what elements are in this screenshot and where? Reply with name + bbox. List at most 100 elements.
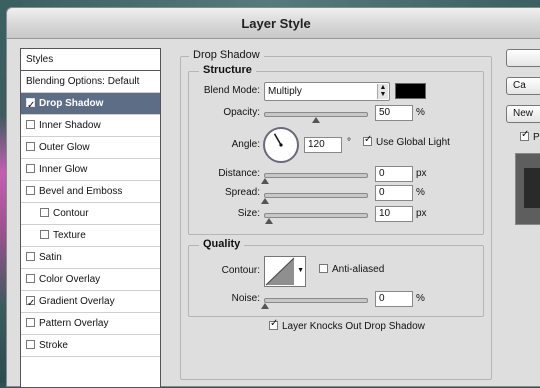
size-input[interactable]: 10 (375, 206, 413, 222)
distance-label: Distance: (218, 168, 260, 179)
style-item-pattern-overlay[interactable]: Pattern Overlay (21, 313, 160, 335)
size-label: Size: (237, 208, 260, 219)
noise-slider[interactable] (261, 298, 368, 309)
size-slider[interactable] (264, 213, 368, 224)
style-item-label: Outer Glow (39, 142, 90, 153)
angle-label: Angle: (231, 139, 260, 150)
preview-label: P (533, 132, 540, 143)
contour-linear-icon (265, 257, 295, 286)
preview-option[interactable]: P (520, 129, 540, 143)
shadow-color-swatch[interactable] (395, 83, 426, 99)
style-item-drop-shadow[interactable]: Drop Shadow (21, 93, 160, 117)
inner-shadow-checkbox[interactable] (26, 120, 35, 129)
size-slider-thumb[interactable] (265, 218, 274, 224)
satin-checkbox[interactable] (26, 252, 35, 261)
drop-shadow-title: Drop Shadow (189, 49, 264, 61)
noise-slider-thumb[interactable] (261, 303, 269, 309)
angle-dial[interactable] (263, 127, 299, 163)
blend-mode-label: Blend Mode: (203, 85, 260, 96)
select-arrows-icon: ▲ ▼ (377, 84, 388, 99)
anti-aliased-label: Anti-aliased (332, 264, 385, 275)
style-item-label: Inner Glow (39, 164, 88, 175)
style-item-label: Texture (53, 230, 86, 241)
blend-mode-value: Multiply (268, 86, 302, 97)
new-style-button[interactable]: New (506, 105, 540, 123)
gradient-overlay-checkbox[interactable] (26, 293, 35, 315)
knockout-label: Layer Knocks Out Drop Shadow (282, 321, 425, 332)
style-item-bevel-emboss[interactable]: Bevel and Emboss (21, 181, 160, 203)
noise-input[interactable]: 0 (375, 291, 413, 307)
style-item-label: Drop Shadow (39, 98, 104, 109)
inner-glow-checkbox[interactable] (26, 164, 35, 173)
knockout-option[interactable]: Layer Knocks Out Drop Shadow (269, 318, 425, 332)
angle-dial-needle-icon (273, 133, 283, 147)
style-item-label: Gradient Overlay (39, 296, 115, 307)
style-item-inner-glow[interactable]: Inner Glow (21, 159, 160, 181)
spread-slider[interactable] (261, 193, 368, 204)
opacity-input[interactable]: 50 (375, 105, 413, 121)
opacity-label: Opacity: (223, 107, 260, 118)
opacity-unit: % (416, 107, 425, 118)
style-item-outer-glow[interactable]: Outer Glow (21, 137, 160, 159)
style-item-stroke[interactable]: Stroke (21, 335, 160, 357)
style-item-color-overlay[interactable]: Color Overlay (21, 269, 160, 291)
style-item-inner-shadow[interactable]: Inner Shadow (21, 115, 160, 137)
quality-title: Quality (199, 238, 245, 250)
distance-slider-thumb[interactable] (261, 178, 269, 184)
blending-options-item[interactable]: Blending Options: Default (21, 71, 160, 93)
global-light-option[interactable]: Use Global Light (363, 134, 450, 148)
style-item-label: Satin (39, 252, 62, 263)
stroke-checkbox[interactable] (26, 340, 35, 349)
preview-checkbox[interactable] (520, 129, 529, 141)
style-item-label: Bevel and Emboss (39, 186, 123, 197)
style-preview (515, 153, 540, 225)
blend-mode-select[interactable]: Multiply ▲ ▼ (264, 82, 390, 101)
styles-list: Styles Blending Options: Default Drop Sh… (20, 48, 161, 388)
style-item-label: Color Overlay (39, 274, 101, 285)
style-item-contour[interactable]: Contour (21, 203, 160, 225)
anti-aliased-option[interactable]: Anti-aliased (319, 264, 384, 275)
drop-shadow-checkbox[interactable] (26, 95, 35, 117)
angle-unit: ° (347, 137, 351, 148)
contour-checkbox[interactable] (40, 208, 49, 217)
contour-picker[interactable]: ▼ (264, 256, 306, 287)
noise-label: Noise: (231, 293, 260, 304)
dialog-title[interactable]: Layer Style (7, 8, 540, 39)
structure-title: Structure (199, 64, 256, 76)
contour-label: Contour: (221, 265, 260, 276)
style-item-label: Contour (53, 208, 89, 219)
global-light-label: Use Global Light (376, 137, 450, 148)
distance-input[interactable]: 0 (375, 166, 413, 182)
style-item-satin[interactable]: Satin (21, 247, 160, 269)
style-item-label: Pattern Overlay (39, 318, 109, 329)
bevel-emboss-checkbox[interactable] (26, 186, 35, 195)
spread-unit: % (416, 187, 425, 198)
global-light-checkbox[interactable] (363, 134, 372, 146)
color-overlay-checkbox[interactable] (26, 274, 35, 283)
anti-aliased-checkbox[interactable] (319, 264, 328, 273)
ok-button[interactable] (506, 49, 540, 67)
noise-unit: % (416, 293, 425, 304)
knockout-checkbox[interactable] (269, 318, 278, 330)
angle-input[interactable]: 120 (304, 137, 342, 153)
quality-section: Quality (188, 238, 484, 317)
opacity-slider[interactable] (264, 112, 368, 123)
cancel-button[interactable]: Ca (506, 77, 540, 95)
pattern-overlay-checkbox[interactable] (26, 318, 35, 327)
size-unit: px (416, 208, 427, 219)
opacity-slider-thumb[interactable] (312, 117, 320, 123)
distance-slider[interactable] (261, 173, 368, 184)
spread-input[interactable]: 0 (375, 185, 413, 201)
layer-style-dialog: Layer Style Styles Blending Options: Def… (6, 7, 540, 388)
spread-slider-thumb[interactable] (261, 198, 269, 204)
style-item-label: Inner Shadow (39, 120, 101, 131)
style-preview-swatch (524, 168, 540, 208)
contour-dropdown-arrow-icon[interactable]: ▼ (297, 267, 304, 274)
styles-header[interactable]: Styles (21, 49, 160, 71)
texture-checkbox[interactable] (40, 230, 49, 239)
style-item-gradient-overlay[interactable]: Gradient Overlay (21, 291, 160, 315)
style-item-texture[interactable]: Texture (21, 225, 160, 247)
style-item-label: Stroke (39, 340, 68, 351)
outer-glow-checkbox[interactable] (26, 142, 35, 151)
spread-label: Spread: (224, 187, 260, 198)
